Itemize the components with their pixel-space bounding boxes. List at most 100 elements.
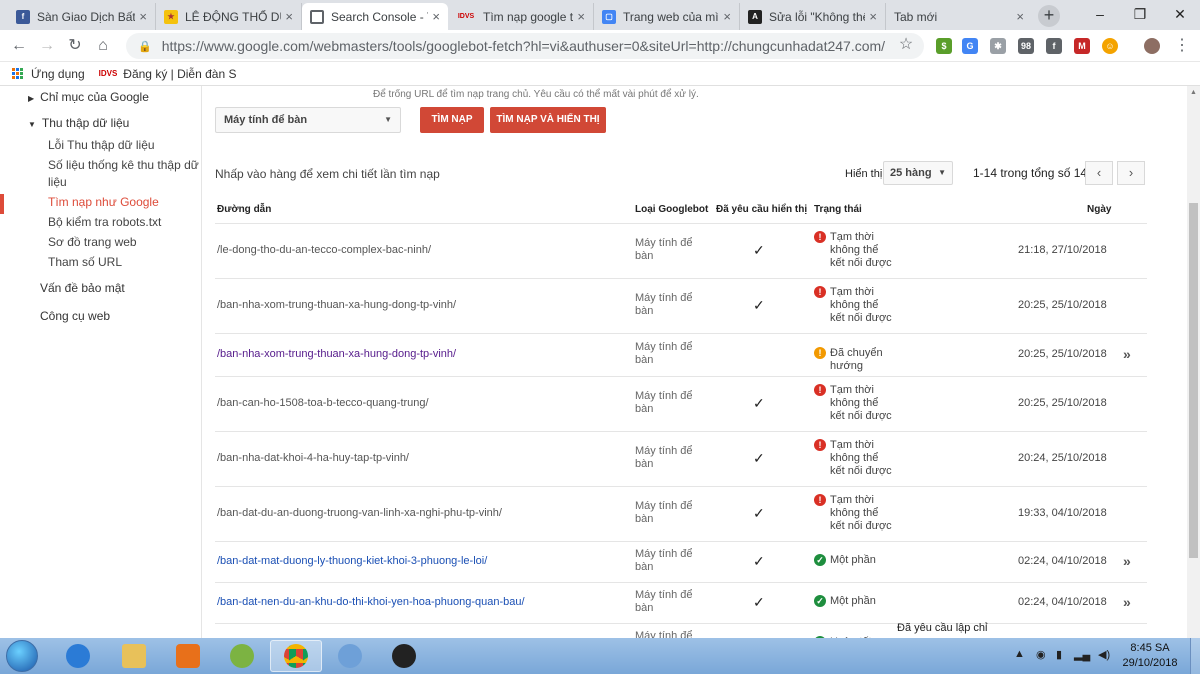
battery-icon[interactable]: ▮ (1056, 648, 1062, 661)
translate-icon[interactable]: G (962, 38, 978, 54)
avatar[interactable] (1144, 38, 1160, 54)
menu-dots-icon[interactable]: ⋮ (1172, 36, 1192, 56)
sidebar-item-url-params[interactable]: Tham số URL (48, 252, 122, 272)
fetch-button[interactable]: TÌM NẠP (420, 107, 484, 133)
tab-trang-web[interactable]: ▢ Trang web của mìn × (594, 3, 740, 30)
tab-sua-loi[interactable]: A Sửa lỗi "Không thể × (740, 3, 886, 30)
scrollbar-thumb[interactable] (1189, 203, 1198, 558)
sidebar-item-crawl[interactable]: ▼ Thu thập dữ liệu (28, 113, 129, 133)
taskbar-chrome[interactable] (270, 640, 322, 672)
taskbar-explorer[interactable] (108, 640, 160, 672)
chevron-down-icon: ▼ (384, 115, 392, 124)
header-status[interactable]: Trạng thái (814, 204, 862, 215)
details-chevron-icon[interactable]: » (1123, 594, 1131, 610)
sidebar-item-web-tools[interactable]: Công cụ web (40, 306, 110, 326)
table-row[interactable]: /le-dong-tho-du-an-tecco-complex-bac-nin… (203, 224, 1163, 278)
network-icon[interactable]: ▂▄ (1074, 648, 1090, 661)
close-icon[interactable]: × (285, 9, 293, 24)
details-chevron-icon[interactable]: » (1123, 553, 1131, 569)
header-bot[interactable]: Loại Googlebot (635, 204, 708, 215)
scroll-up-icon[interactable]: ▲ (1187, 86, 1200, 100)
header-render[interactable]: Đã yêu cầu hiển thị (716, 204, 807, 215)
close-icon[interactable]: × (432, 9, 440, 24)
scrollbar[interactable]: ▲ (1187, 86, 1200, 638)
sidebar-item-crawl-errors[interactable]: Lỗi Thu thập dữ liệu (48, 135, 155, 155)
volume-icon[interactable]: ◀) (1098, 648, 1110, 661)
sidebar-item-fetch-as-google[interactable]: Tìm nạp như Google (48, 192, 159, 212)
windows-start-button[interactable] (6, 640, 38, 672)
taskbar-app[interactable] (216, 640, 268, 672)
extension-icon[interactable]: $ (936, 38, 952, 54)
bookmark-apps[interactable]: Ứng dụng (12, 67, 85, 81)
sidebar-item-security[interactable]: Vấn đề bảo mật (40, 278, 125, 298)
reload-icon[interactable]: ↻ (65, 36, 85, 56)
show-desktop-button[interactable] (1190, 638, 1200, 674)
webpage-icon: ▢ (602, 9, 616, 24)
window-close-icon[interactable]: ✕ (1160, 0, 1200, 30)
restore-icon[interactable]: ❐ (1120, 0, 1160, 30)
table-row[interactable]: /ban-dat-du-an-duong-truong-van-linh-xa-… (203, 487, 1163, 541)
row-path[interactable]: /ban-nha-xom-trung-thuan-xa-hung-dong-tp… (217, 348, 456, 360)
table-row[interactable]: /ban-nha-dat-khoi-4-ha-huy-tap-tp-vinh/M… (203, 432, 1163, 486)
row-path[interactable]: /ban-dat-mat-duong-ly-thuong-kiet-khoi-3… (217, 555, 487, 567)
taskbar-media[interactable] (162, 640, 214, 672)
sidebar-item-crawl-stats[interactable]: Số liệu thống kê thu thập dữ (48, 155, 199, 175)
clock-date: 29/10/2018 (1122, 657, 1178, 669)
row-path[interactable]: /ban-nha-dat-khoi-4-ha-huy-tap-tp-vinh/ (217, 452, 409, 464)
close-icon[interactable]: × (869, 9, 877, 24)
taskbar-app-2[interactable] (378, 640, 430, 672)
fetch-and-render-button[interactable]: TÌM NẠP VÀ HIỂN THỊ (490, 107, 606, 133)
sidebar-item-crawl-stats-cont[interactable]: liệu (48, 172, 67, 192)
extension-icon[interactable]: ✱ (990, 38, 1006, 54)
header-path[interactable]: Đường dẫn (217, 204, 271, 215)
extension-icon[interactable]: ☺ (1102, 38, 1118, 54)
facebook-icon[interactable]: f (1046, 38, 1062, 54)
close-icon[interactable]: × (1016, 9, 1024, 24)
check-icon: ✓ (753, 242, 765, 258)
minimize-icon[interactable]: – (1080, 0, 1120, 30)
row-bot-type: Máy tính để bàn (635, 292, 693, 317)
taskbar-ie[interactable] (52, 640, 104, 672)
sidebar-item-robots-tester[interactable]: Bộ kiểm tra robots.txt (48, 212, 161, 232)
table-row[interactable]: /ban-nha-xom-trung-thuan-xa-hung-dong-tp… (203, 334, 1163, 376)
table-row[interactable]: /le-cat-noc-du-an-chung-cu-tecco-tower-b… (203, 624, 1163, 638)
next-page-button[interactable]: › (1117, 161, 1145, 185)
extension-icon[interactable]: M (1074, 38, 1090, 54)
close-icon[interactable]: × (723, 9, 731, 24)
tab-search-console[interactable]: Search Console - Tì × (302, 3, 448, 30)
bookmark-forum[interactable]: IDVS Đăng ký | Diễn đàn S (99, 67, 237, 81)
device-select[interactable]: Máy tính để bàn ▼ (215, 107, 401, 133)
forward-arrow-icon[interactable]: → (37, 36, 57, 56)
table-row[interactable]: /ban-nha-xom-trung-thuan-xa-hung-dong-tp… (203, 279, 1163, 333)
extension-icon[interactable]: 98 (1018, 38, 1034, 54)
tray-arrow-icon[interactable]: ▲ (1014, 648, 1025, 660)
row-path[interactable]: /ban-dat-du-an-duong-truong-van-linh-xa-… (217, 507, 502, 519)
rows-per-page-select[interactable]: 25 hàng ▼ (883, 161, 953, 185)
table-row[interactable]: /ban-dat-mat-duong-ly-thuong-kiet-khoi-3… (203, 542, 1163, 582)
close-icon[interactable]: × (139, 9, 147, 24)
row-path[interactable]: /ban-dat-nen-du-an-khu-do-thi-khoi-yen-h… (217, 596, 525, 608)
close-icon[interactable]: × (577, 9, 585, 24)
taskbar-chrome-2[interactable] (324, 640, 376, 672)
tab-le-dong-tho[interactable]: ★ LÊ ĐỘNG THỔ DỰ × (156, 3, 302, 30)
tab-new[interactable]: Tab mới × (886, 3, 1032, 30)
new-tab-button[interactable]: + (1038, 5, 1060, 27)
sidebar-item-sitemaps[interactable]: Sơ đồ trang web (48, 232, 137, 252)
tray-icon[interactable]: ◉ (1036, 648, 1046, 661)
row-path[interactable]: /ban-nha-xom-trung-thuan-xa-hung-dong-tp… (217, 299, 456, 311)
home-icon[interactable]: ⌂ (93, 36, 113, 56)
header-date[interactable]: Ngày (1087, 204, 1111, 215)
row-path[interactable]: /le-dong-tho-du-an-tecco-complex-bac-nin… (217, 244, 431, 256)
details-chevron-icon[interactable]: » (1123, 346, 1131, 362)
sidebar-item-index[interactable]: ▶ Chỉ mục của Google (28, 87, 149, 107)
table-row[interactable]: /ban-can-ho-1508-toa-b-tecco-quang-trung… (203, 377, 1163, 431)
table-row[interactable]: /ban-dat-nen-du-an-khu-do-thi-khoi-yen-h… (203, 583, 1163, 623)
taskbar-clock[interactable]: 8:45 SA 29/10/2018 (1118, 641, 1182, 671)
tab-tim-nap[interactable]: IDVS Tìm nạp google tro × (448, 3, 594, 30)
row-path[interactable]: /ban-can-ho-1508-toa-b-tecco-quang-trung… (217, 397, 429, 409)
prev-page-button[interactable]: ‹ (1085, 161, 1113, 185)
address-bar[interactable]: 🔒 https://www.google.com/webmasters/tool… (126, 33, 924, 59)
tab-facebook[interactable]: f Sàn Giao Dịch Bất đ × (8, 3, 156, 30)
star-bookmark-icon[interactable]: ☆ (896, 35, 916, 55)
back-arrow-icon[interactable]: ← (9, 36, 29, 56)
